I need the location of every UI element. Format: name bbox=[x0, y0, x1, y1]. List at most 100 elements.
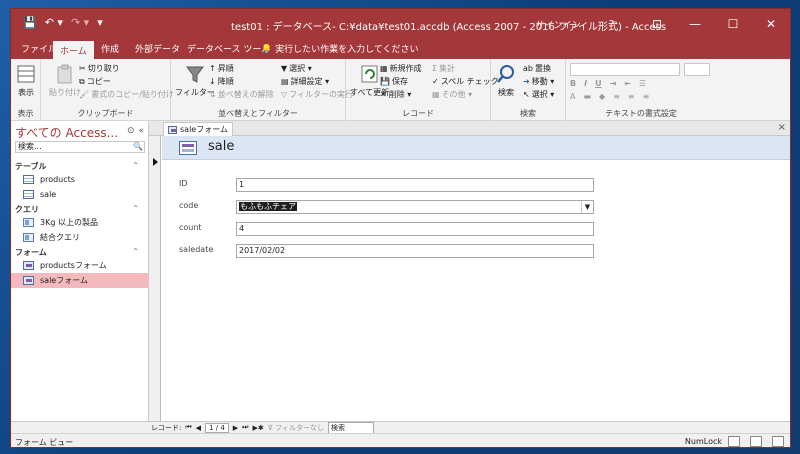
paste-button[interactable]: 貼り付け bbox=[49, 63, 81, 98]
totals-label: 集計 bbox=[439, 64, 456, 73]
form-icon bbox=[179, 141, 197, 155]
list-icon[interactable]: ☰ bbox=[639, 79, 646, 88]
totals-button[interactable]: Σ 集計 bbox=[432, 63, 455, 74]
advanced-filter-button[interactable]: ▤ 詳細設定 ▾ bbox=[281, 76, 329, 87]
nav-collapse-icon[interactable]: « bbox=[138, 126, 144, 136]
nav-item-label: 結合クエリ bbox=[40, 233, 80, 242]
select-button[interactable]: ↖ 選択 ▾ bbox=[523, 89, 554, 100]
outdent-icon[interactable]: ⇤ bbox=[624, 79, 631, 88]
fill-color-icon[interactable]: ◆ bbox=[599, 92, 605, 101]
nav-search-placeholder: 検索... bbox=[18, 142, 42, 151]
doc-tab-sale-form[interactable]: saleフォーム bbox=[163, 122, 233, 136]
maximize-button[interactable]: ☐ bbox=[714, 17, 752, 31]
save-icon[interactable]: 💾 bbox=[23, 16, 37, 29]
tab-database-tools[interactable]: データベース ツール bbox=[187, 42, 270, 55]
tab-external-data[interactable]: 外部データ bbox=[135, 42, 180, 55]
font-name-combo[interactable] bbox=[570, 63, 680, 76]
layout-view-icon[interactable] bbox=[750, 436, 762, 447]
ribbon-display-button[interactable]: ⊡ bbox=[638, 17, 676, 31]
find-button[interactable]: 検索 bbox=[495, 63, 517, 98]
form-view-icon[interactable] bbox=[728, 436, 740, 447]
prev-record-icon[interactable]: ◀ bbox=[196, 424, 201, 432]
help-button[interactable]: ? bbox=[609, 19, 614, 30]
design-view-icon[interactable] bbox=[772, 436, 784, 447]
spelling-button[interactable]: ✓ スペル チェック bbox=[432, 76, 499, 87]
nav-section-forms[interactable]: フォーム ⌃ bbox=[15, 247, 145, 258]
highlight-icon[interactable]: ▬ bbox=[583, 92, 591, 101]
next-record-icon[interactable]: ▶ bbox=[233, 424, 238, 432]
no-filter-indicator[interactable]: ⊽ フィルターなし bbox=[268, 423, 324, 433]
nav-item-join-query[interactable]: 結合クエリ bbox=[11, 230, 149, 245]
tab-create[interactable]: 作成 bbox=[101, 42, 119, 55]
cut-button[interactable]: ✂ 切り取り bbox=[79, 63, 120, 74]
nav-section-tables[interactable]: テーブル ⌃ bbox=[15, 161, 145, 172]
bold-icon[interactable]: B bbox=[570, 79, 576, 88]
record-selector[interactable] bbox=[149, 136, 161, 421]
goto-button[interactable]: ➔ 移動 ▾ bbox=[523, 76, 554, 87]
italic-icon[interactable]: I bbox=[584, 79, 587, 88]
tell-me-box[interactable]: 💡 実行したい作業を入力してください bbox=[261, 42, 419, 55]
form-header: sale bbox=[162, 136, 790, 160]
chevron-up-icon: ⌃ bbox=[132, 204, 139, 213]
font-size-combo[interactable] bbox=[684, 63, 710, 76]
more-button[interactable]: ▦ その他 ▾ bbox=[432, 89, 472, 100]
last-record-icon[interactable]: ⏭ bbox=[242, 423, 248, 432]
minimize-button[interactable]: — bbox=[676, 17, 714, 31]
format-painter-button[interactable]: 🖌 書式のコピー/貼り付け bbox=[79, 89, 174, 100]
align-left-icon[interactable]: ≡ bbox=[613, 92, 620, 101]
nav-menu-icon[interactable]: ⊙ bbox=[127, 126, 135, 136]
nav-item-query-3kg[interactable]: 3Kg 以上の製品 bbox=[11, 215, 149, 230]
align-right-icon[interactable]: ≡ bbox=[643, 92, 650, 101]
save-record-button[interactable]: 💾 保存 bbox=[380, 76, 408, 87]
nav-item-products-form[interactable]: productsフォーム bbox=[11, 258, 149, 273]
chevron-down-icon[interactable]: ▼ bbox=[581, 201, 593, 213]
align-center-icon[interactable]: ≡ bbox=[628, 92, 635, 101]
id-field[interactable]: 1 bbox=[236, 178, 594, 192]
group-sort-filter: フィルター ↑ 昇順 ↓ 降順 ⇅ 並べ替えの解除 ▼ 選択 ▾ ▤ 詳細設定 ▾ ▽ フィ… bbox=[171, 59, 353, 121]
toggle-filter-icon: ▽ bbox=[281, 90, 288, 99]
new-record-nav-icon[interactable]: ▶✱ bbox=[252, 424, 263, 432]
recnav-search-input[interactable]: 検索 bbox=[327, 421, 374, 434]
nav-item-sale-form[interactable]: saleフォーム bbox=[11, 273, 149, 288]
saledate-field[interactable]: 2017/02/02 bbox=[236, 244, 594, 258]
nav-item-products[interactable]: products bbox=[11, 172, 149, 187]
underline-icon[interactable]: U bbox=[595, 79, 602, 88]
status-bar: フォーム ビュー NumLock bbox=[11, 433, 790, 447]
sort-asc-icon: ↑ bbox=[209, 64, 216, 73]
delete-record-button[interactable]: ✕ 削除 ▾ bbox=[380, 89, 411, 100]
sort-descending-button[interactable]: ↓ 降順 bbox=[209, 76, 234, 87]
redo-icon[interactable]: ↷ ▾ bbox=[71, 16, 89, 29]
close-button[interactable]: ✕ bbox=[752, 17, 790, 31]
indent-icon[interactable]: ⇥ bbox=[610, 79, 617, 88]
undo-icon[interactable]: ↶ ▾ bbox=[45, 16, 63, 29]
copy-button[interactable]: ⧉ コピー bbox=[79, 76, 111, 87]
new-record-button[interactable]: ▦ 新規作成 bbox=[380, 63, 422, 74]
remove-sort-button[interactable]: ⇅ 並べ替えの解除 bbox=[209, 89, 274, 100]
count-field[interactable]: 4 bbox=[236, 222, 594, 236]
nav-search-input[interactable]: 検索... 🔍 bbox=[15, 141, 145, 153]
close-document-icon[interactable]: × bbox=[778, 122, 786, 133]
group-text-format: B I U ⇥ ⇤ ☰ A ▬ ◆ ≡ ≡ ≡ テキストの書式設定 bbox=[566, 59, 716, 121]
sort-ascending-button[interactable]: ↑ 昇順 bbox=[209, 63, 234, 74]
group-label-find: 検索 bbox=[520, 109, 536, 118]
font-color-icon[interactable]: A bbox=[570, 92, 575, 101]
tab-home[interactable]: ホーム bbox=[53, 41, 94, 59]
save-record-icon: 💾 bbox=[380, 77, 390, 86]
navigation-pane: すべての Access... ⊙ « 検索... 🔍 テーブル ⌃ product… bbox=[11, 121, 149, 421]
first-record-icon[interactable]: ⏮ bbox=[185, 423, 191, 432]
code-combo[interactable]: もふもふチェア ▼ bbox=[236, 200, 594, 214]
view-button[interactable]: 表示 bbox=[15, 63, 37, 98]
nav-item-label: saleフォーム bbox=[40, 276, 88, 285]
no-filter-label: フィルターなし bbox=[275, 423, 324, 432]
nav-section-queries[interactable]: クエリ ⌃ bbox=[15, 204, 145, 215]
tab-file[interactable]: ファイル bbox=[21, 42, 57, 55]
replace-button[interactable]: ab 置換 bbox=[523, 63, 551, 74]
group-label-view: 表示 bbox=[17, 109, 34, 118]
toggle-filter-button[interactable]: ▽ フィルターの実行 bbox=[281, 89, 353, 100]
signin-link[interactable]: サインイン bbox=[536, 18, 581, 31]
nav-pane-header[interactable]: すべての Access... bbox=[15, 124, 118, 141]
record-position-input[interactable]: 1 / 4 bbox=[205, 422, 229, 433]
selection-button[interactable]: ▼ 選択 ▾ bbox=[281, 63, 312, 74]
customize-qat-icon[interactable]: ▾ bbox=[97, 16, 103, 29]
nav-item-sale[interactable]: sale bbox=[11, 187, 149, 202]
